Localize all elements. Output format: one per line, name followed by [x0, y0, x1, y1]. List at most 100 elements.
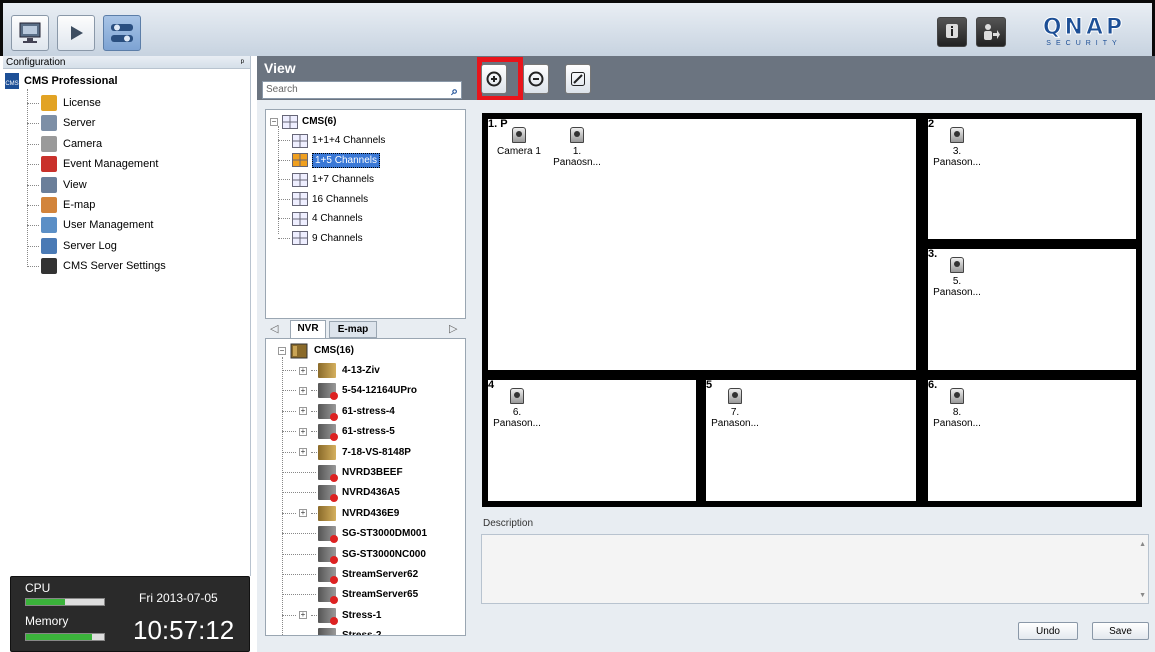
configuration-title: Configuration: [6, 57, 66, 68]
layout-item[interactable]: 4 Channels: [292, 209, 363, 228]
tab-scroll-left-icon[interactable]: ◁: [270, 322, 278, 335]
pin-icon[interactable]: ᵖ: [241, 56, 244, 68]
tree-root-cms-professional[interactable]: CMS CMS Professional: [5, 71, 118, 91]
scroll-down-icon[interactable]: ▼: [1139, 592, 1146, 599]
nvr-node[interactable]: + NVRD436E9: [299, 504, 399, 523]
nvr-node[interactable]: SG-ST3000DM001: [318, 524, 428, 544]
tree-root-cms[interactable]: − CMS(6): [270, 112, 336, 131]
collapse-icon[interactable]: −: [278, 346, 286, 355]
config-item-event-management[interactable]: Event Management: [41, 154, 158, 174]
save-button[interactable]: Save: [1092, 622, 1149, 640]
layout-item[interactable]: 16 Channels: [292, 190, 368, 209]
config-item-e-map[interactable]: E-map: [41, 195, 95, 215]
nvr-node[interactable]: NVRD3BEEF: [318, 463, 403, 482]
scroll-up-icon[interactable]: ▲: [1139, 541, 1146, 548]
layout-cell[interactable]: 2 3. Panason...: [928, 119, 1136, 239]
config-item-user-management[interactable]: User Management: [41, 215, 154, 235]
playback-button[interactable]: [57, 15, 95, 51]
configuration-panel: Configuration ᵖ CMS CMS Professional Lic…: [3, 56, 251, 576]
collapse-icon[interactable]: −: [270, 117, 278, 126]
server-error-icon: [318, 567, 338, 584]
camera-item[interactable]: 8. Panason...: [928, 388, 986, 429]
search-input[interactable]: Search ⌕: [262, 81, 462, 99]
nvr-tree-root[interactable]: − CMS(16): [278, 341, 354, 360]
layout-item[interactable]: 1+7 Channels: [292, 170, 374, 189]
tree-root-label: CMS(6): [302, 116, 337, 127]
nvr-node[interactable]: StreamServer65: [318, 585, 418, 605]
date-display: Fri 2013-07-05: [139, 591, 218, 605]
layout-cell[interactable]: 3. 5. Panason...: [928, 249, 1136, 370]
config-item-license[interactable]: License: [41, 93, 101, 113]
camera-icon: [570, 127, 584, 143]
logout-button[interactable]: [976, 17, 1006, 47]
camera-icon: [728, 388, 742, 404]
expand-icon[interactable]: +: [299, 427, 307, 436]
server-error-icon: [318, 607, 338, 625]
tab-scroll-right-icon[interactable]: ▷: [449, 322, 457, 335]
config-item-view[interactable]: View: [41, 175, 87, 195]
grid-view-icon: [282, 114, 298, 129]
nvr-node-label: 61-stress-4: [342, 405, 395, 417]
expand-icon[interactable]: +: [299, 509, 307, 518]
cms-badge-icon: CMS: [5, 73, 19, 89]
server-icon: [318, 363, 336, 378]
expand-icon[interactable]: +: [299, 448, 307, 457]
config-item-cms-server-settings[interactable]: CMS Server Settings: [41, 256, 166, 276]
config-item-server-log[interactable]: Server Log: [41, 236, 117, 256]
info-button[interactable]: [937, 17, 967, 47]
server-icon: [290, 343, 308, 358]
tab-emap[interactable]: E-map: [329, 321, 377, 338]
layout-item[interactable]: 1+5 Channels: [292, 151, 380, 170]
expand-icon[interactable]: +: [299, 611, 307, 620]
nvr-node[interactable]: + Stress-1: [299, 606, 381, 625]
server-settings-icon: [41, 258, 57, 275]
config-item-label: Camera: [63, 137, 103, 150]
nvr-node[interactable]: Stress-2: [318, 626, 381, 635]
camera-item[interactable]: 6. Panason...: [488, 388, 546, 429]
nvr-node[interactable]: +4-13-Ziv: [299, 361, 380, 380]
server-tools-icon: [41, 115, 57, 132]
layout-cell[interactable]: 1. P Camera 1 1. Panaosn...: [488, 119, 916, 370]
edit-view-button[interactable]: [565, 64, 591, 94]
nvr-node-label: SG-ST3000DM001: [342, 528, 428, 540]
camera-item[interactable]: 1. Panaosn...: [548, 127, 606, 168]
add-view-button[interactable]: [481, 64, 507, 94]
camera-item[interactable]: Camera 1: [490, 127, 548, 157]
camera-item[interactable]: 5. Panason...: [928, 257, 986, 298]
search-icon[interactable]: ⌕: [451, 83, 458, 99]
nvr-node[interactable]: NVRD436A5: [318, 483, 400, 503]
nvr-node[interactable]: SG-ST3000NC000: [318, 545, 426, 564]
expand-icon[interactable]: +: [299, 407, 307, 416]
remove-view-button[interactable]: [523, 64, 549, 94]
tree-tabs: ◁ NVR E-map ▷: [265, 320, 466, 338]
layout-cell[interactable]: 6. 8. Panason...: [928, 380, 1136, 501]
nvr-tree-root-label: CMS(16): [314, 345, 355, 356]
undo-button[interactable]: Undo: [1018, 622, 1078, 640]
expand-icon[interactable]: +: [299, 386, 307, 395]
layout-cell[interactable]: 5 7. Panason...: [706, 380, 916, 501]
camera-number: 3.: [952, 146, 962, 157]
server-icon: [318, 505, 336, 521]
nvr-node[interactable]: +5-54-12164UPro: [299, 381, 417, 401]
description-textarea[interactable]: ▲ ▼: [481, 534, 1149, 604]
layout-item[interactable]: 1+1+4 Channels: [292, 131, 385, 150]
nvr-node[interactable]: +61-stress-5: [299, 422, 395, 442]
monitor-view-button[interactable]: [11, 15, 49, 51]
nvr-node[interactable]: +61-stress-4: [299, 402, 395, 421]
logo-text: QNAP: [1042, 15, 1126, 40]
layout-cell[interactable]: 4 6. Panason...: [488, 380, 696, 501]
camera-item[interactable]: 7. Panason...: [706, 388, 764, 429]
layout-item-label: 16 Channels: [312, 193, 369, 205]
config-item-server[interactable]: Server: [41, 113, 95, 133]
camera-item[interactable]: 3. Panason...: [928, 127, 986, 168]
nvr-node[interactable]: +7-18-VS-8148P: [299, 443, 411, 462]
config-item-label: CMS Server Settings: [63, 260, 166, 273]
tab-nvr[interactable]: NVR: [290, 320, 326, 338]
nvr-node[interactable]: StreamServer62: [318, 565, 418, 584]
layout-item-label: 1+7 Channels: [312, 174, 374, 185]
config-item-camera[interactable]: Camera: [41, 134, 102, 154]
expand-icon[interactable]: +: [299, 366, 307, 375]
configuration-button[interactable]: [103, 15, 141, 51]
camera-number: 7.: [730, 407, 740, 418]
layout-item[interactable]: 9 Channels: [292, 229, 363, 248]
